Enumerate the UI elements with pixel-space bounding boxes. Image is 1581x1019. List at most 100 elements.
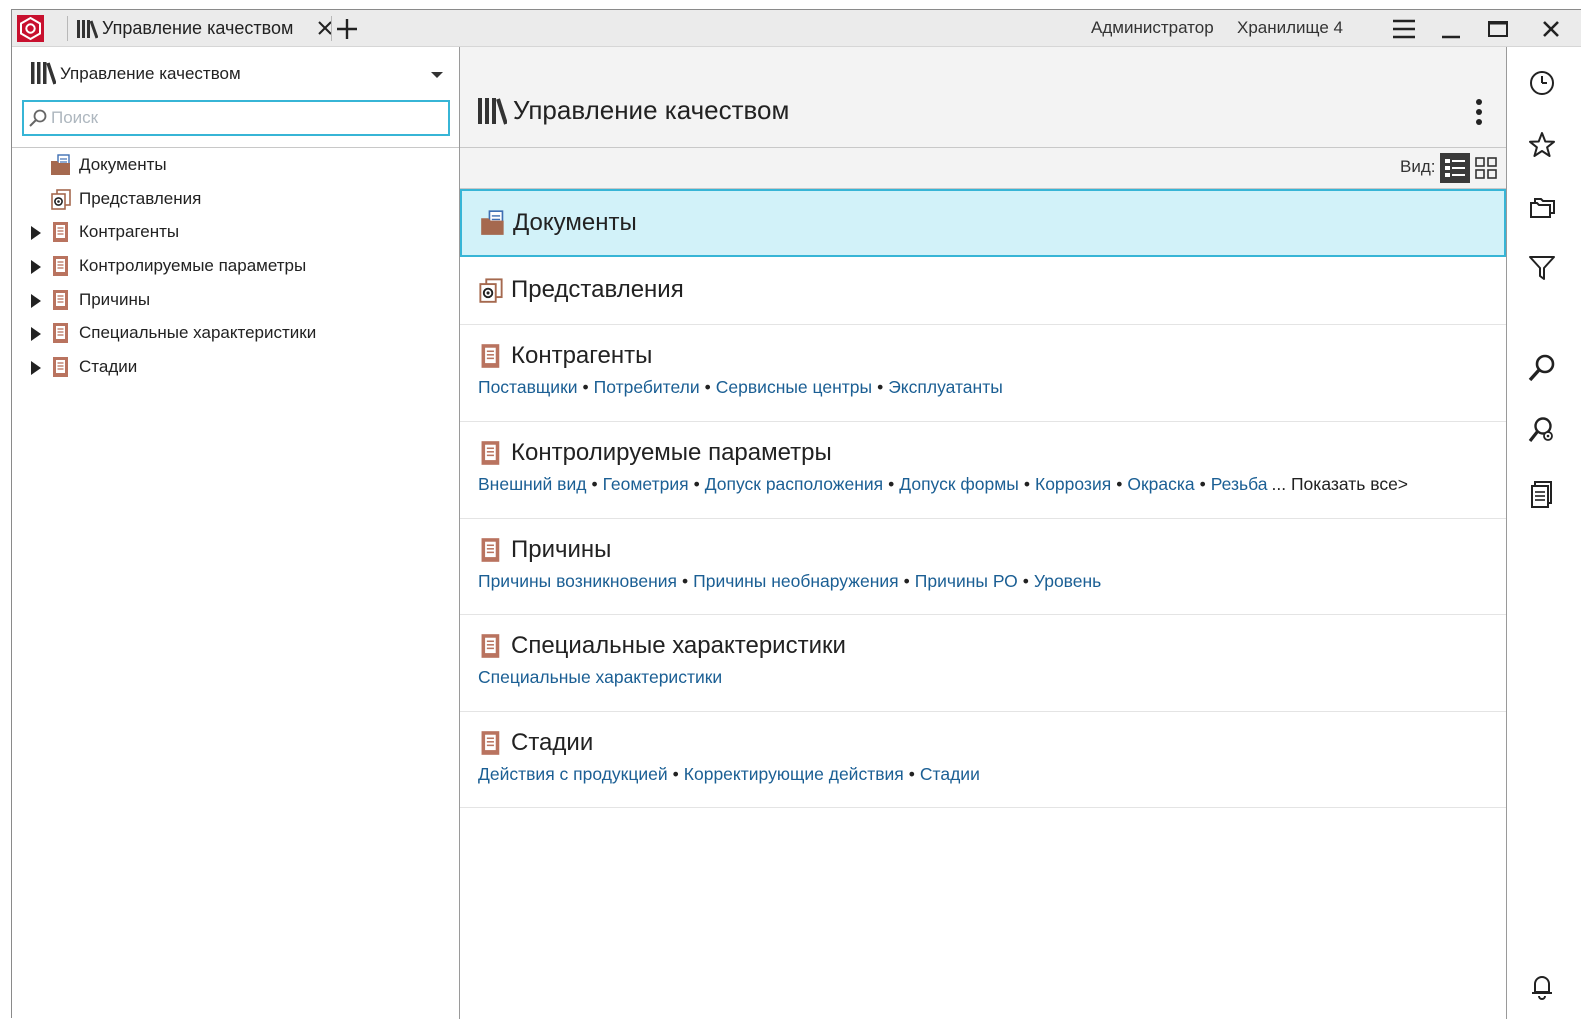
grid-view-icon[interactable] bbox=[1472, 154, 1500, 182]
app-window: Управление качеством Администратор Храни… bbox=[0, 0, 1581, 1019]
more-options-icon[interactable] bbox=[1471, 97, 1487, 127]
show-all-link[interactable]: ... Показать все> bbox=[1272, 474, 1409, 494]
bell-icon[interactable] bbox=[1527, 971, 1557, 1001]
expand-arrow-icon[interactable] bbox=[30, 260, 42, 274]
current-user[interactable]: Администратор bbox=[1091, 18, 1214, 38]
link-level[interactable]: Уровень bbox=[1034, 571, 1101, 591]
page-title: Управление качеством bbox=[513, 95, 790, 125]
link-stages[interactable]: Стадии bbox=[920, 764, 980, 784]
separator-dot: • bbox=[1023, 474, 1030, 494]
link-root-causes[interactable]: Причины возникновения bbox=[478, 571, 677, 591]
link-ro-causes[interactable]: Причины РО bbox=[915, 571, 1018, 591]
view-label: Вид: bbox=[1400, 157, 1436, 176]
app-logo[interactable] bbox=[17, 15, 44, 42]
link-form-tolerance[interactable]: Допуск формы bbox=[899, 474, 1019, 494]
book-icon bbox=[481, 441, 500, 465]
link-product-actions[interactable]: Действия с продукцией bbox=[478, 764, 668, 784]
search-field[interactable] bbox=[22, 100, 450, 136]
tree-item-counterparties[interactable]: Контрагенты bbox=[12, 216, 459, 249]
search-icon[interactable] bbox=[1527, 353, 1557, 383]
list-view-icon[interactable] bbox=[1440, 153, 1470, 183]
link-thread[interactable]: Резьба bbox=[1211, 474, 1268, 494]
tab-quality-management[interactable]: Управление качеством bbox=[76, 10, 336, 47]
card-causes[interactable]: Причины Причины возникновения • Причины не… bbox=[460, 519, 1506, 615]
expand-arrow-icon[interactable] bbox=[30, 226, 42, 240]
folders-icon[interactable] bbox=[1527, 192, 1557, 222]
card-title: Причины bbox=[511, 536, 612, 563]
link-appearance[interactable]: Внешний вид bbox=[478, 474, 586, 494]
card-links: Специальные характеристики bbox=[478, 667, 722, 688]
chevron-down-icon[interactable] bbox=[430, 70, 444, 80]
link-service-centers[interactable]: Сервисные центры bbox=[716, 377, 872, 397]
card-stages[interactable]: Стадии Действия с продукцией • Корректирую… bbox=[460, 712, 1506, 808]
filter-icon[interactable] bbox=[1527, 253, 1557, 283]
window-frame: Управление качеством Администратор Храни… bbox=[11, 9, 1581, 1019]
card-title: Документы bbox=[513, 209, 637, 236]
card-documents[interactable]: Документы bbox=[460, 189, 1506, 257]
book-icon bbox=[53, 222, 68, 242]
tree-item-documents[interactable]: Документы bbox=[12, 149, 459, 182]
card-title: Контролируемые параметры bbox=[511, 439, 832, 466]
book-icon bbox=[481, 634, 500, 658]
maximize-icon[interactable] bbox=[1485, 16, 1511, 42]
expand-arrow-icon[interactable] bbox=[30, 361, 42, 375]
book-icon bbox=[481, 538, 500, 562]
link-painting[interactable]: Окраска bbox=[1127, 474, 1194, 494]
link-operators[interactable]: Эксплуатанты bbox=[888, 377, 1003, 397]
tree-item-label: Представления bbox=[79, 189, 202, 208]
tree-item-controlled-parameters[interactable]: Контролируемые параметры bbox=[12, 250, 459, 283]
tab-label: Управление качеством bbox=[102, 18, 294, 38]
link-corrective-actions[interactable]: Корректирующие действия bbox=[684, 764, 904, 784]
link-geometry[interactable]: Геометрия bbox=[603, 474, 689, 494]
link-non-detection-causes[interactable]: Причины необнаружения bbox=[693, 571, 898, 591]
plus-icon[interactable] bbox=[335, 17, 359, 41]
search-icon bbox=[29, 109, 47, 127]
book-icon bbox=[53, 357, 68, 377]
navigation-title[interactable]: Управление качеством bbox=[60, 64, 241, 84]
advanced-search-icon[interactable] bbox=[1527, 415, 1557, 445]
book-icon bbox=[53, 323, 68, 343]
minimize-icon[interactable] bbox=[1439, 16, 1465, 42]
book-icon bbox=[53, 290, 68, 310]
tree-item-special-characteristics[interactable]: Специальные характеристики bbox=[12, 317, 459, 350]
storage-name[interactable]: Хранилище 4 bbox=[1237, 18, 1343, 38]
separator-dot: • bbox=[908, 764, 915, 784]
link-corrosion[interactable]: Коррозия bbox=[1035, 474, 1111, 494]
separator-dot: • bbox=[1199, 474, 1206, 494]
history-icon[interactable] bbox=[1527, 68, 1557, 98]
tree-item-label: Стадии bbox=[79, 357, 138, 376]
card-title: Стадии bbox=[511, 729, 594, 756]
card-views[interactable]: Представления bbox=[460, 257, 1506, 325]
tab-separator bbox=[331, 16, 332, 41]
close-window-icon[interactable] bbox=[1538, 16, 1564, 42]
expand-arrow-icon[interactable] bbox=[30, 327, 42, 341]
separator-dot: • bbox=[682, 571, 689, 591]
card-counterparties[interactable]: Контрагенты Поставщики • Потребители • Серви… bbox=[460, 325, 1506, 422]
book-icon bbox=[481, 344, 500, 368]
tree-item-causes[interactable]: Причины bbox=[12, 284, 459, 317]
link-position-tolerance[interactable]: Допуск расположения bbox=[705, 474, 883, 494]
link-consumers[interactable]: Потребители bbox=[594, 377, 700, 397]
documents-list-icon[interactable] bbox=[1527, 479, 1557, 509]
separator-dot: • bbox=[582, 377, 589, 397]
hamburger-icon[interactable] bbox=[1391, 16, 1417, 42]
separator-dot: • bbox=[903, 571, 910, 591]
star-icon[interactable] bbox=[1527, 130, 1557, 160]
card-controlled-parameters[interactable]: Контролируемые параметры Внешний вид • Гео… bbox=[460, 422, 1506, 519]
card-special-characteristics[interactable]: Специальные характеристики Специальные х… bbox=[460, 615, 1506, 712]
tree-item-views[interactable]: Представления bbox=[12, 183, 459, 216]
library-icon bbox=[77, 19, 98, 38]
documents-folder-icon bbox=[481, 210, 504, 235]
tree-item-label: Документы bbox=[79, 155, 167, 174]
link-special-characteristics[interactable]: Специальные характеристики bbox=[478, 667, 722, 687]
separator-dot: • bbox=[1116, 474, 1123, 494]
content-header: Управление качеством bbox=[460, 47, 1506, 148]
tree-item-stages[interactable]: Стадии bbox=[12, 351, 459, 384]
expand-arrow-icon[interactable] bbox=[30, 294, 42, 308]
search-input[interactable] bbox=[51, 106, 431, 130]
separator-dot: • bbox=[877, 377, 884, 397]
link-suppliers[interactable]: Поставщики bbox=[478, 377, 578, 397]
right-toolbar bbox=[1506, 47, 1581, 1019]
separator-dot: • bbox=[888, 474, 895, 494]
book-icon bbox=[53, 256, 68, 276]
